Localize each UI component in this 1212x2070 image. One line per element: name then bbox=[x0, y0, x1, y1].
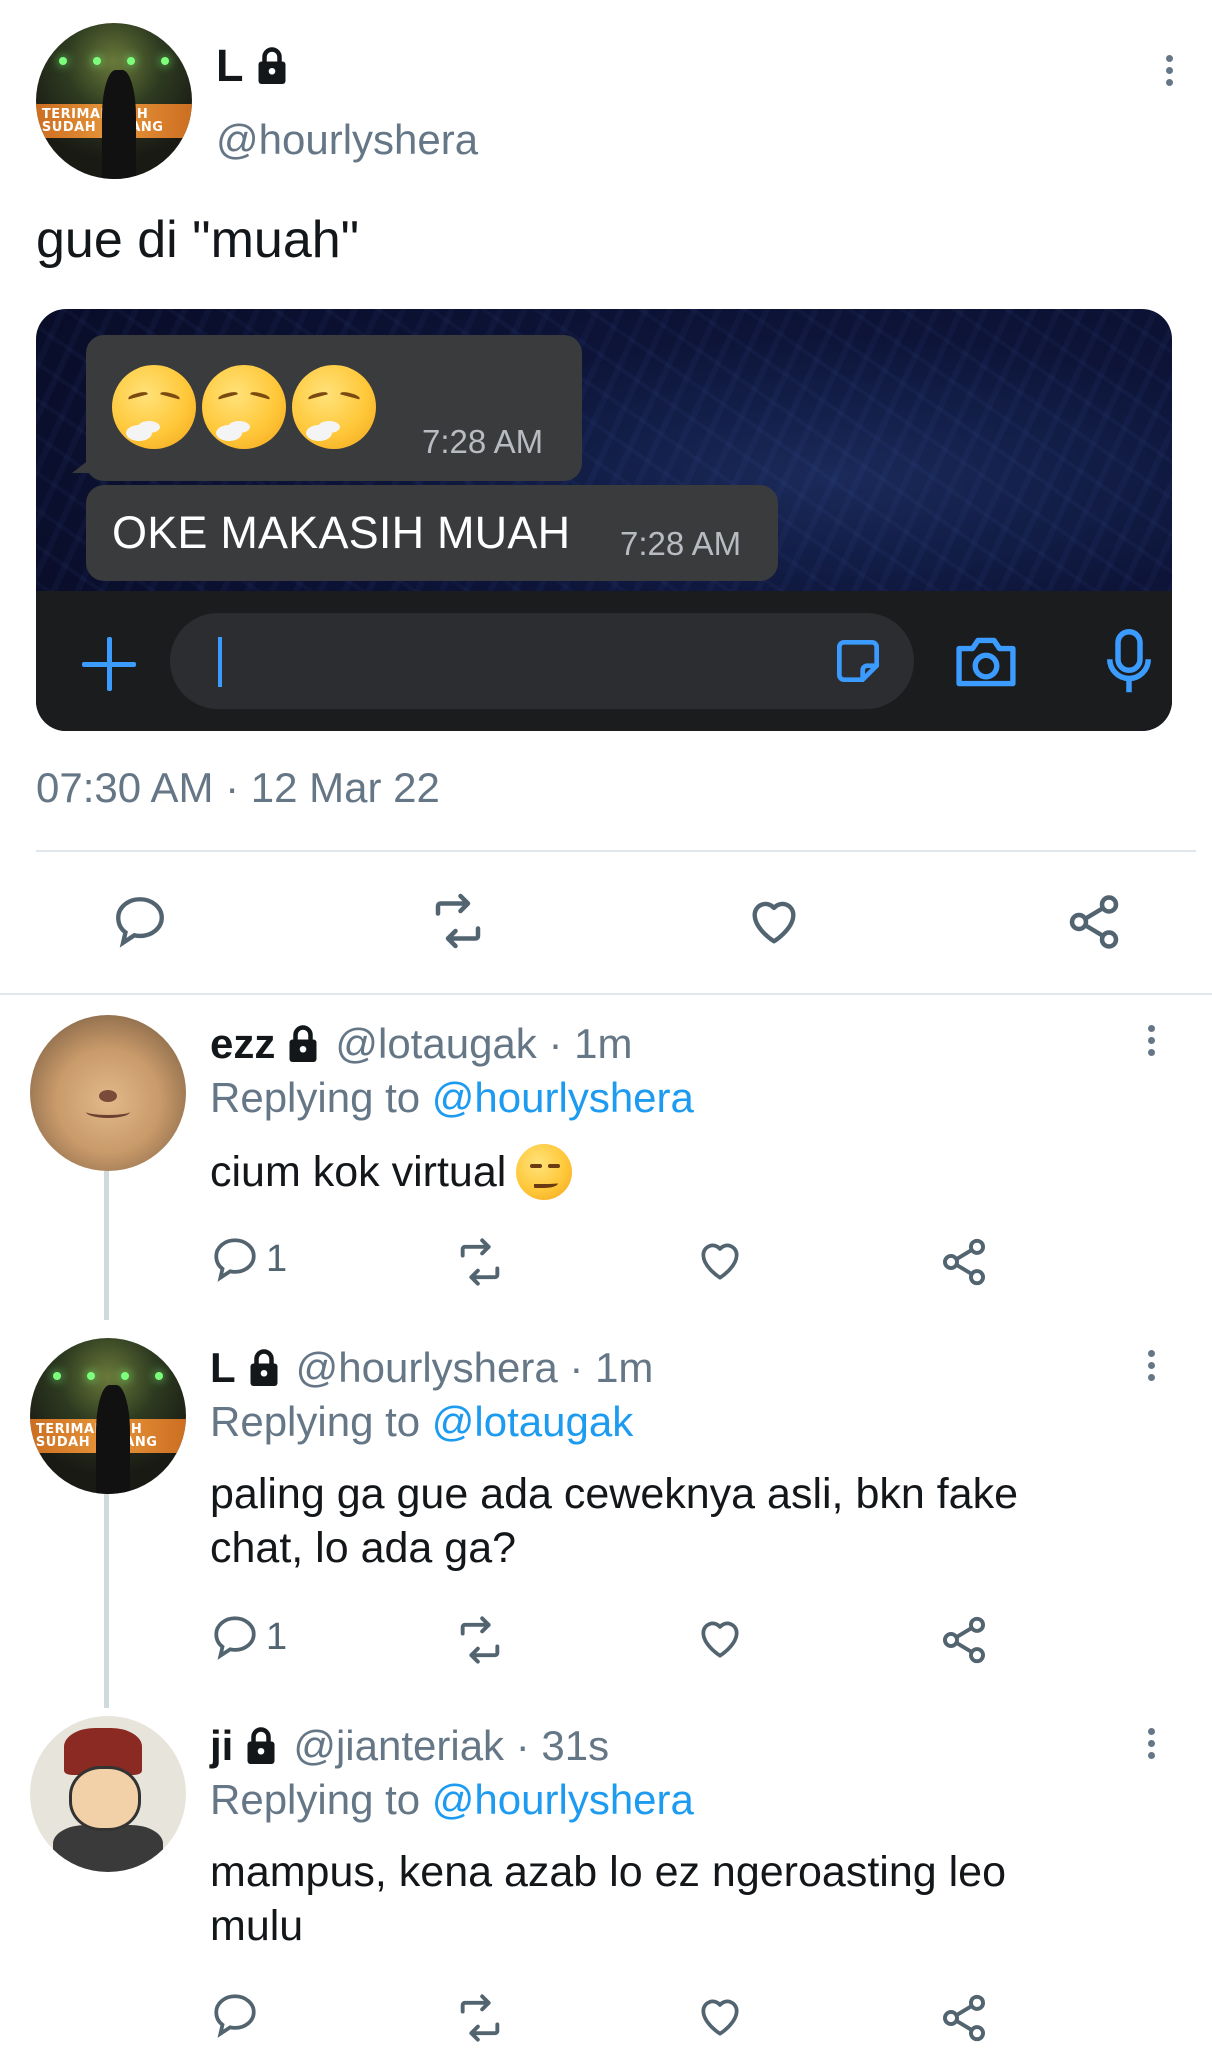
like-icon[interactable] bbox=[694, 1614, 746, 1664]
lock-icon bbox=[258, 47, 285, 84]
retweet-icon[interactable] bbox=[425, 891, 491, 951]
display-name[interactable]: L bbox=[210, 1344, 236, 1392]
share-icon[interactable] bbox=[1064, 892, 1124, 952]
replying-to-label: Replying to bbox=[210, 1776, 432, 1823]
handle[interactable]: @hourlyshera bbox=[216, 116, 478, 164]
lock-icon bbox=[247, 1727, 275, 1764]
handle-time[interactable]: @lotaugak · 1m bbox=[335, 1020, 632, 1068]
emoji-icon bbox=[292, 365, 376, 449]
share-icon[interactable] bbox=[938, 1614, 990, 1666]
thread-connector bbox=[104, 1170, 109, 1320]
camera-icon bbox=[956, 637, 1016, 687]
avatar[interactable] bbox=[30, 1015, 186, 1171]
replying-to-link[interactable]: @lotaugak bbox=[432, 1398, 633, 1445]
reply-text: paling ga gue ada ceweknya asli, bkn fak… bbox=[210, 1470, 1018, 1518]
chat-time: 7:28 AM bbox=[422, 423, 544, 460]
retweet-icon[interactable] bbox=[452, 1236, 508, 1288]
like-icon[interactable] bbox=[694, 1992, 746, 2042]
chat-time: 7:28 AM bbox=[620, 525, 742, 562]
replying-to-label: Replying to bbox=[210, 1074, 432, 1121]
sticker-icon bbox=[837, 640, 879, 682]
handle-time[interactable]: @hourlyshera · 1m bbox=[296, 1344, 654, 1392]
emoji-icon bbox=[112, 365, 196, 449]
handle-time[interactable]: @jianteriak · 31s bbox=[293, 1722, 609, 1770]
tweet-media-image[interactable]: 7:28 AM OKE MAKASIH MUAH 7:28 AM bbox=[36, 309, 1172, 731]
reply-count: 1 bbox=[266, 1615, 288, 1658]
more-icon[interactable] bbox=[1144, 1350, 1158, 1381]
more-icon[interactable] bbox=[1162, 55, 1176, 86]
like-icon[interactable] bbox=[744, 893, 804, 951]
plus-icon bbox=[82, 637, 136, 691]
avatar[interactable]: TERIMAKASIH SUDAH DATANG bbox=[30, 1338, 186, 1494]
more-icon[interactable] bbox=[1144, 1025, 1158, 1056]
chat-message: OKE MAKASIH MUAH bbox=[112, 507, 571, 558]
smirk-emoji-icon bbox=[516, 1144, 573, 1200]
reply-text: mampus, kena azab lo ez ngeroasting leo bbox=[210, 1848, 1006, 1896]
reply-icon[interactable] bbox=[210, 1612, 260, 1662]
reply-text: mulu bbox=[210, 1902, 304, 1950]
emoji-icon bbox=[202, 365, 286, 449]
display-name[interactable]: ezz bbox=[210, 1020, 275, 1068]
thread-connector bbox=[104, 1494, 109, 1708]
lock-icon bbox=[289, 1025, 317, 1062]
chat-input bbox=[170, 613, 914, 709]
reply-count: 1 bbox=[266, 1237, 288, 1280]
replying-to-link[interactable]: @hourlyshera bbox=[432, 1074, 694, 1121]
divider bbox=[0, 993, 1212, 995]
reply-text: cium kok virtual bbox=[210, 1147, 507, 1196]
reply-icon[interactable] bbox=[110, 892, 170, 950]
replying-to-label: Replying to bbox=[210, 1398, 432, 1445]
like-icon[interactable] bbox=[694, 1236, 746, 1286]
share-icon[interactable] bbox=[938, 1992, 990, 2044]
replying-to-link[interactable]: @hourlyshera bbox=[432, 1776, 694, 1823]
chat-input-bar bbox=[36, 591, 1172, 731]
retweet-icon[interactable] bbox=[452, 1614, 508, 1666]
chat-bubble: OKE MAKASIH MUAH 7:28 AM bbox=[86, 485, 778, 581]
chat-bubble: 7:28 AM bbox=[72, 335, 582, 481]
reply-icon[interactable] bbox=[210, 1234, 260, 1284]
mic-icon bbox=[1107, 629, 1151, 693]
divider bbox=[36, 850, 1196, 852]
tweet-text: gue di "muah" bbox=[36, 211, 360, 269]
share-icon[interactable] bbox=[938, 1236, 990, 1288]
lock-icon bbox=[250, 1349, 278, 1386]
more-icon[interactable] bbox=[1144, 1728, 1158, 1759]
display-name[interactable]: L bbox=[216, 40, 244, 92]
avatar[interactable] bbox=[30, 1716, 186, 1872]
reply-icon[interactable] bbox=[210, 1990, 260, 2040]
retweet-icon[interactable] bbox=[452, 1992, 508, 2044]
tweet-timestamp[interactable]: 07:30 AM · 12 Mar 22 bbox=[36, 764, 440, 812]
avatar[interactable]: TERIMAKASIH SUDAH DATANG bbox=[36, 23, 192, 179]
display-name[interactable]: ji bbox=[210, 1722, 233, 1770]
reply-text: chat, lo ada ga? bbox=[210, 1524, 517, 1572]
